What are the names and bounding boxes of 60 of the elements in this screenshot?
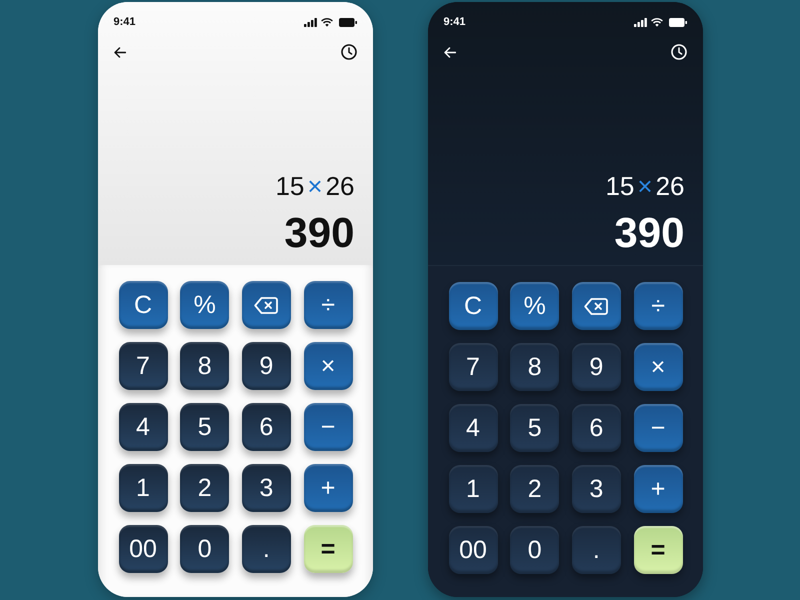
calculator-key[interactable]: 5 bbox=[510, 404, 560, 452]
calculator-key[interactable]: 0 bbox=[180, 525, 230, 573]
result-text: 390 bbox=[614, 212, 684, 254]
back-arrow-icon[interactable] bbox=[114, 46, 126, 58]
operand-text: 26 bbox=[326, 173, 354, 199]
backspace-icon bbox=[584, 298, 608, 314]
operator-sign: × bbox=[307, 173, 323, 199]
calculator-key[interactable]: 00 bbox=[118, 525, 168, 573]
calculator-key[interactable]: ÷ bbox=[304, 281, 353, 329]
calculator-key[interactable]: ÷ bbox=[634, 282, 683, 330]
signal-icon bbox=[304, 18, 316, 26]
clock-icon[interactable] bbox=[340, 44, 356, 60]
calculator-key[interactable]: 8 bbox=[510, 343, 560, 391]
status-time: 9:41 bbox=[444, 16, 466, 28]
calculator-key[interactable]: 6 bbox=[572, 404, 621, 452]
wifi-icon bbox=[650, 18, 662, 26]
calculator-key[interactable]: + bbox=[634, 465, 683, 513]
calculator-key[interactable]: 1 bbox=[448, 465, 498, 513]
operand-text: 26 bbox=[656, 173, 684, 199]
calculator-key[interactable]: + bbox=[304, 464, 353, 512]
backspace-icon bbox=[254, 296, 278, 314]
status-time: 9:41 bbox=[114, 16, 136, 28]
calculator-key[interactable]: C bbox=[118, 281, 168, 329]
calculator-key[interactable]: 3 bbox=[242, 464, 291, 512]
operand-text: 15 bbox=[275, 173, 304, 199]
calculator-key[interactable]: 9 bbox=[242, 342, 291, 390]
calculator-key[interactable]: C bbox=[448, 282, 498, 330]
calculator-key[interactable]: 2 bbox=[510, 465, 560, 513]
calculator-key[interactable]: 8 bbox=[180, 342, 230, 390]
calculator-key[interactable]: % bbox=[180, 281, 230, 329]
calculator-key[interactable]: 4 bbox=[118, 403, 168, 451]
calculator-key[interactable]: 4 bbox=[448, 404, 498, 452]
calculator-key[interactable]: % bbox=[510, 282, 560, 330]
calculator-key[interactable]: − bbox=[304, 403, 353, 451]
calculator-key[interactable]: 7 bbox=[448, 343, 498, 391]
calculator-key[interactable]: = bbox=[634, 526, 683, 574]
calculator-key[interactable]: 2 bbox=[180, 464, 230, 512]
calculator-key[interactable]: 7 bbox=[118, 342, 168, 390]
calculator-key[interactable]: × bbox=[304, 342, 353, 390]
operand-text: 15 bbox=[605, 173, 634, 199]
calculator-key[interactable]: 0 bbox=[510, 526, 560, 574]
calculator-key[interactable]: . bbox=[572, 526, 621, 574]
backspace-key[interactable] bbox=[572, 282, 621, 330]
calculator-key[interactable]: 1 bbox=[118, 464, 168, 512]
wifi-icon bbox=[320, 18, 332, 26]
calculator-key[interactable]: × bbox=[634, 343, 683, 391]
signal-icon bbox=[634, 18, 646, 26]
calculator-key[interactable]: 00 bbox=[448, 526, 498, 574]
battery-icon bbox=[668, 18, 686, 26]
result-text: 390 bbox=[284, 212, 354, 254]
calculator-key[interactable]: = bbox=[304, 525, 353, 573]
calculator-key[interactable]: 6 bbox=[242, 403, 291, 451]
backspace-key[interactable] bbox=[242, 281, 291, 329]
calculator-key[interactable]: 5 bbox=[180, 403, 230, 451]
operator-sign: × bbox=[637, 173, 653, 199]
battery-icon bbox=[338, 18, 356, 26]
calculator-key[interactable]: − bbox=[634, 404, 683, 452]
calculator-key[interactable]: . bbox=[242, 525, 291, 573]
calculator-key[interactable]: 3 bbox=[572, 465, 621, 513]
calculator-key[interactable]: 9 bbox=[572, 343, 621, 391]
